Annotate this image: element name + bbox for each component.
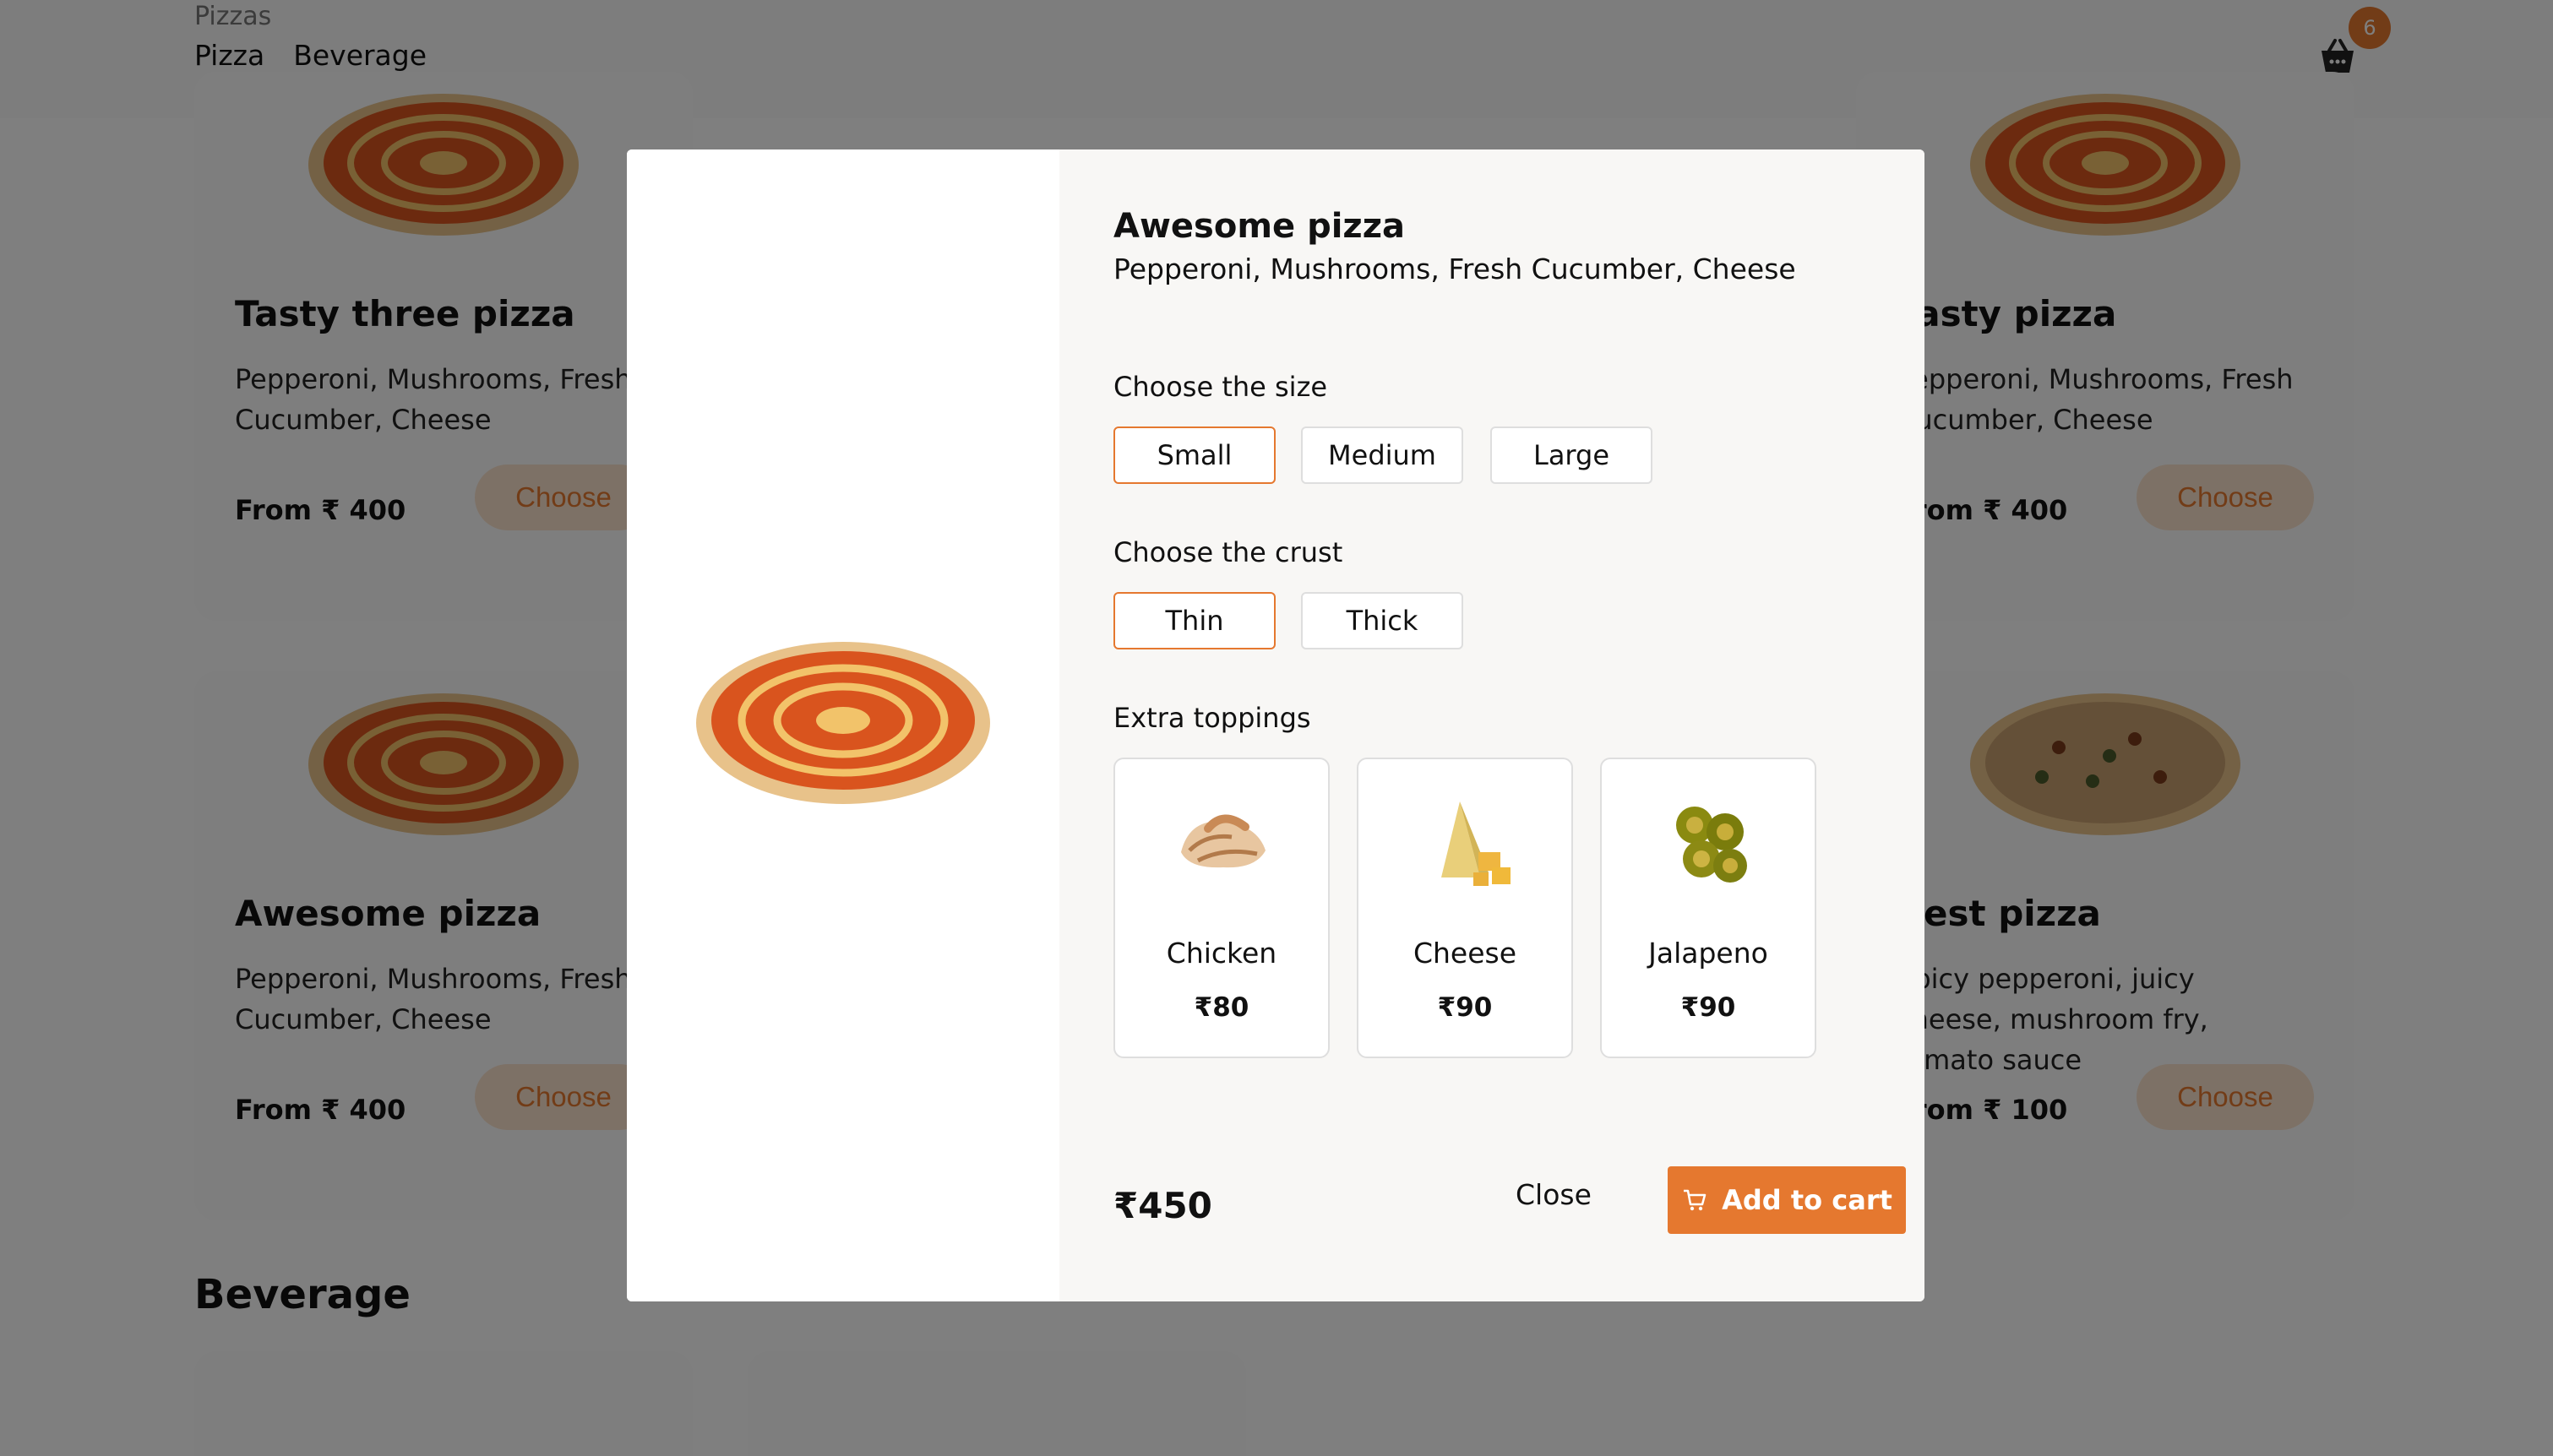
add-to-cart-button[interactable]: Add to cart xyxy=(1668,1166,1906,1234)
add-to-cart-label: Add to cart xyxy=(1722,1184,1892,1216)
product-modal: Awesome pizza Pepperoni, Mushrooms, Fres… xyxy=(627,149,1924,1301)
modal-options-panel: Awesome pizza Pepperoni, Mushrooms, Fres… xyxy=(1059,149,1924,1301)
chicken-icon xyxy=(1181,814,1266,868)
cheese-icon xyxy=(1441,801,1511,886)
topping-price: ₹80 xyxy=(1194,992,1249,1023)
crust-label: Choose the crust xyxy=(1113,536,1343,568)
topping-name: Jalapeno xyxy=(1648,937,1768,970)
topping-name: Cheese xyxy=(1413,937,1517,970)
topping-name: Chicken xyxy=(1166,937,1277,970)
modal-image-panel xyxy=(627,149,1059,1301)
pizza-image xyxy=(696,642,990,804)
total-price: ₹450 xyxy=(1113,1185,1212,1226)
close-button[interactable]: Close xyxy=(1516,1178,1592,1211)
toppings-label: Extra toppings xyxy=(1113,702,1311,734)
jalapeno-icon xyxy=(1676,807,1747,883)
topping-price: ₹90 xyxy=(1437,992,1493,1023)
crust-thick-option[interactable]: Thick xyxy=(1301,592,1463,649)
topping-cheese-card[interactable]: Cheese ₹90 xyxy=(1357,758,1573,1058)
page: Pizzas Pizza Beverage 6 Tasty three pizz… xyxy=(0,0,2553,1456)
crust-thin-option[interactable]: Thin xyxy=(1113,592,1276,649)
size-medium-option[interactable]: Medium xyxy=(1301,426,1463,484)
size-small-option[interactable]: Small xyxy=(1113,426,1276,484)
topping-chicken-card[interactable]: Chicken ₹80 xyxy=(1113,758,1330,1058)
cart-icon xyxy=(1684,1189,1707,1211)
size-large-option[interactable]: Large xyxy=(1490,426,1652,484)
topping-jalapeno-card[interactable]: Jalapeno ₹90 xyxy=(1600,758,1816,1058)
topping-price: ₹90 xyxy=(1680,992,1736,1023)
size-label: Choose the size xyxy=(1113,371,1328,403)
modal-title: Awesome pizza xyxy=(1113,207,1405,246)
modal-description: Pepperoni, Mushrooms, Fresh Cucumber, Ch… xyxy=(1113,253,1796,285)
